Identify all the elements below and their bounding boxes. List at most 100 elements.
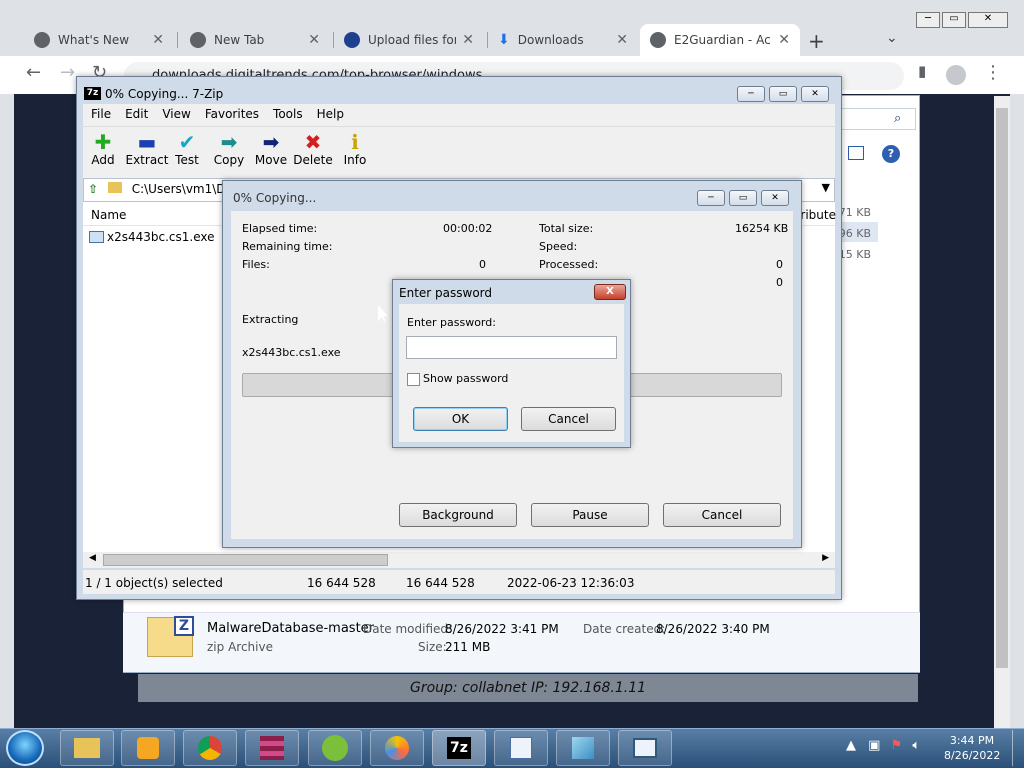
close-icon[interactable]: ✕ [462,32,474,48]
show-desktop-button[interactable] [1012,730,1022,766]
extract-button[interactable]: ▬ Extract [125,131,169,167]
file-list-hscrollbar[interactable]: ◀ ▶ [83,552,835,568]
status-packed-size: 16 644 528 [406,576,475,590]
test-label: Test [175,153,199,167]
profile-avatar[interactable] [946,65,966,85]
winrar-icon[interactable] [245,730,299,766]
explorer-search-input[interactable] [840,108,916,130]
sevenzip-logo-icon: 7z [84,87,101,100]
scrollbar-thumb[interactable] [103,554,388,566]
app-icon[interactable] [556,730,610,766]
archive-name: MalwareDatabase-master [207,621,375,636]
add-button[interactable]: ✚ Add [83,131,123,167]
progress-caption-buttons: ─ ▭ ✕ [697,190,789,206]
window-icon[interactable] [618,730,672,766]
sevenzip-toolbar: ✚ Add ▬ Extract ✔ Test ➡ Copy ➡ Move ✖ Delete … [83,126,835,178]
utorrent-icon[interactable] [308,730,362,766]
upload-cloud-icon [344,32,360,48]
action-center-icon[interactable]: ⚑ [891,738,903,753]
pause-button[interactable]: Pause [531,503,649,527]
processed-value: 0 [776,258,783,271]
tab-whats-new[interactable]: What's New ✕ [24,24,174,56]
start-button[interactable] [6,730,44,766]
tab-label: New Tab [214,33,265,47]
system-tray: ▲ ▣ ⚑ 🔈︎ [846,738,920,753]
tab-upload-files[interactable]: Upload files for f ✕ [334,24,484,56]
show-hidden-icons-icon[interactable]: ▲ [846,738,856,753]
new-tab-button[interactable]: + [808,29,825,53]
menu-favorites[interactable]: Favorites [205,107,259,123]
tab-search-icon[interactable]: ⌄ [886,30,898,46]
scroll-left-icon[interactable]: ◀ [89,553,96,563]
extract-label: Extract [125,153,169,167]
ok-button[interactable]: OK [413,407,508,431]
volume-icon[interactable]: 🔈︎ [912,738,920,753]
explorer-icon[interactable] [60,730,114,766]
background-button[interactable]: Background [399,503,517,527]
chrome-icon[interactable] [183,730,237,766]
tab-e2guardian[interactable]: E2Guardian - Ac ✕ [640,24,800,56]
add-icon: ✚ [94,130,112,154]
menu-file[interactable]: File [91,107,111,123]
help-icon[interactable]: ? [882,145,900,163]
menu-edit[interactable]: Edit [125,107,148,123]
close-icon[interactable]: ✕ [152,32,164,48]
column-name[interactable]: Name [91,208,126,222]
menu-view[interactable]: View [162,107,190,123]
info-button[interactable]: ℹ Info [335,131,375,167]
progress-cancel-button[interactable]: Cancel [663,503,781,527]
taskbar-clock[interactable]: 3:44 PM 8/26/2022 [944,733,1000,763]
maximize-icon[interactable]: ▭ [942,12,966,28]
network-icon[interactable]: ▣ [868,738,880,753]
sidepanel-icon[interactable]: ▮ [918,62,926,80]
close-icon[interactable]: ✕ [308,32,320,48]
copy-icon: ➡ [220,130,238,154]
menu-tools[interactable]: Tools [273,107,303,123]
close-icon[interactable]: ✕ [616,32,628,48]
list-item[interactable]: x2s443bc.cs1.exe [89,230,215,244]
close-icon[interactable]: ✕ [801,86,829,102]
chevron-down-icon[interactable]: ▼ [822,181,830,194]
test-button[interactable]: ✔ Test [167,131,207,167]
password-cancel-button[interactable]: Cancel [521,407,616,431]
minimize-icon[interactable]: ─ [737,86,765,102]
maximize-icon[interactable]: ▭ [769,86,797,102]
browser-icon[interactable] [370,730,424,766]
preview-pane-icon[interactable] [848,146,864,160]
notepad-icon[interactable] [494,730,548,766]
clock-time: 3:44 PM [949,734,995,747]
minimize-icon[interactable]: ─ [916,12,940,28]
sevenzip-menubar: File Edit View Favorites Tools Help [83,104,835,126]
forward-icon[interactable]: → [60,62,75,83]
remaining-label: Remaining time: [242,240,333,253]
close-icon[interactable]: ✕ [761,190,789,206]
show-password-checkbox[interactable] [407,373,420,386]
move-button[interactable]: ➡ Move [251,131,291,167]
delete-button[interactable]: ✖ Delete [293,131,333,167]
scroll-right-icon[interactable]: ▶ [822,553,829,563]
compressed-value: 0 [776,276,783,289]
show-password-label[interactable]: Show password [423,372,508,385]
tab-new-tab[interactable]: New Tab ✕ [180,24,330,56]
minimize-icon[interactable]: ─ [697,190,725,206]
page-scrollbar[interactable] [994,96,1010,728]
menu-kebab-icon[interactable]: ⋮ [984,62,1002,83]
password-input[interactable] [406,336,617,359]
zip-archive-icon: Z [147,616,194,657]
path-text: C:\Users\vm1\D [131,182,226,196]
progress-window-title: 0% Copying... [233,191,317,205]
maximize-icon[interactable]: ▭ [729,190,757,206]
folder-up-icon[interactable]: ⇧ [88,182,98,196]
close-icon[interactable]: X [594,284,626,300]
close-icon[interactable]: ✕ [968,12,1008,28]
close-icon[interactable]: ✕ [778,32,790,48]
tab-downloads[interactable]: ⬇ Downloads ✕ [488,24,638,56]
7zip-icon[interactable]: 7z [432,730,486,766]
menu-help[interactable]: Help [317,107,344,123]
search-icon[interactable]: ⌕ [894,111,901,126]
scrollbar-thumb[interactable] [996,108,1008,668]
back-icon[interactable]: ← [26,62,41,83]
chrome-icon [190,32,206,48]
copy-button[interactable]: ➡ Copy [209,131,249,167]
media-player-icon[interactable] [121,730,175,766]
